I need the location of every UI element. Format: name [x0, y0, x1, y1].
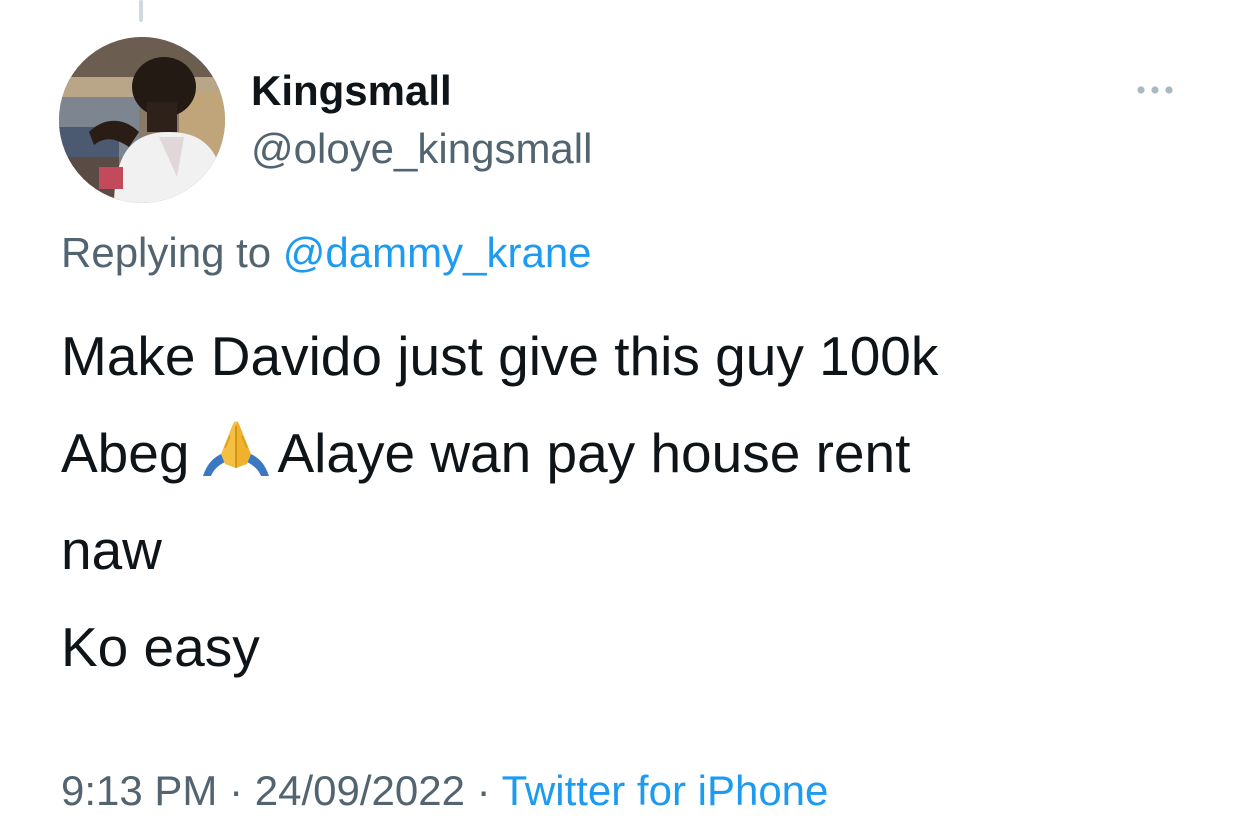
tweet-meta: 9:13 PM · 24/09/2022 · Twitter for iPhon… — [61, 764, 828, 818]
tweet-line-2: Abeg Alaye wan pay house rent — [61, 405, 1181, 502]
tweet-line-1: Make Davido just give this guy 100k — [61, 325, 939, 387]
thread-connector-line — [139, 0, 143, 22]
tweet-line-4: Ko easy — [61, 616, 260, 678]
tweet-date[interactable]: 24/09/2022 — [255, 767, 465, 814]
tweet-line-2-end: Alaye wan pay house rent — [277, 422, 911, 484]
avatar[interactable] — [59, 37, 225, 203]
folded-hands-icon — [199, 418, 273, 476]
more-options-button[interactable] — [1130, 70, 1180, 110]
tweet-source-link[interactable]: Twitter for iPhone — [502, 767, 829, 814]
replying-to-label: Replying to — [61, 229, 272, 276]
tweet-line-2-start: Abeg — [61, 422, 190, 484]
tweet-line-3: naw — [61, 519, 162, 581]
avatar-photo — [59, 37, 225, 203]
ellipsis-icon — [1137, 86, 1173, 94]
author-handle[interactable]: @oloye_kingsmall — [251, 124, 592, 174]
author-display-name[interactable]: Kingsmall — [251, 66, 452, 116]
tweet-text: Make Davido just give this guy 100k Abeg… — [61, 308, 1181, 696]
meta-separator: · — [476, 767, 491, 814]
meta-separator: · — [229, 767, 244, 814]
reply-mention-link[interactable]: @dammy_krane — [283, 229, 592, 276]
replying-to: Replying to @dammy_krane — [61, 226, 592, 280]
tweet-time[interactable]: 9:13 PM — [61, 767, 217, 814]
